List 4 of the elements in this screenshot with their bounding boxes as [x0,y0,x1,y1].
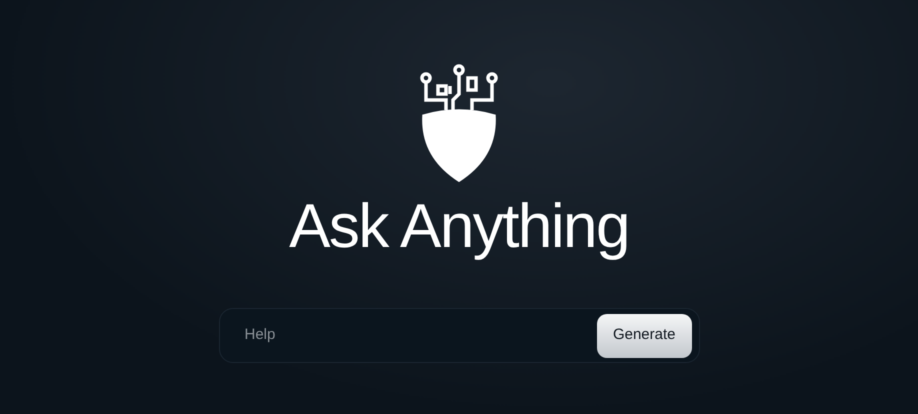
search-field[interactable]: Help Generate [218,308,700,363]
generate-button[interactable]: Generate [596,314,692,358]
page-title: Ask Anything [289,196,629,258]
logo-icon [420,64,498,182]
